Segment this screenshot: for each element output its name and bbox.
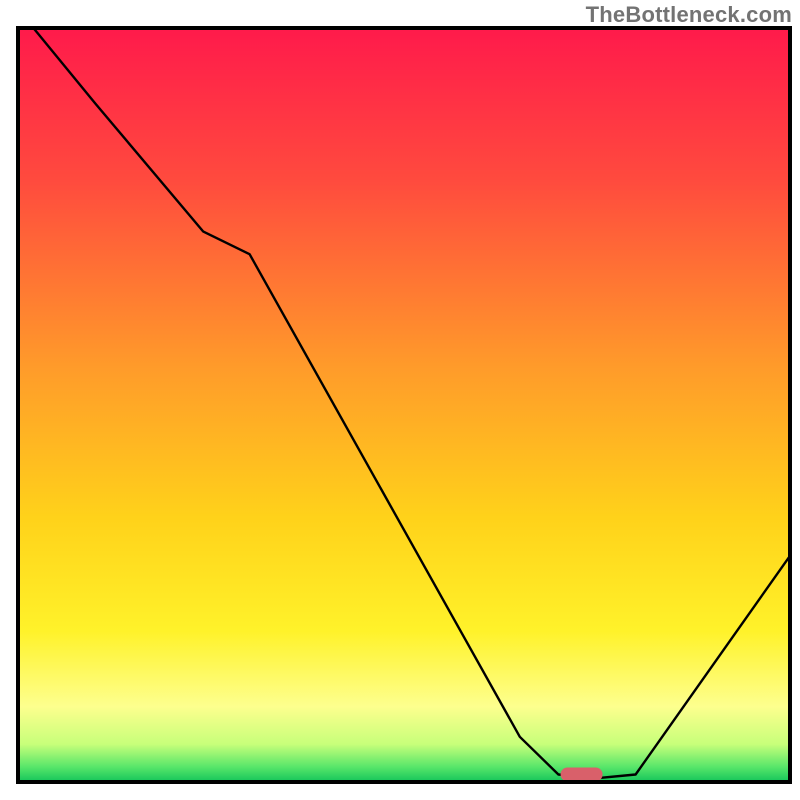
gradient-background: [18, 28, 790, 782]
chart-container: TheBottleneck.com: [0, 0, 800, 800]
bottleneck-chart: [0, 0, 800, 800]
watermark-text: TheBottleneck.com: [586, 2, 792, 28]
plot-area: [18, 28, 790, 782]
optimal-marker: [561, 767, 603, 781]
